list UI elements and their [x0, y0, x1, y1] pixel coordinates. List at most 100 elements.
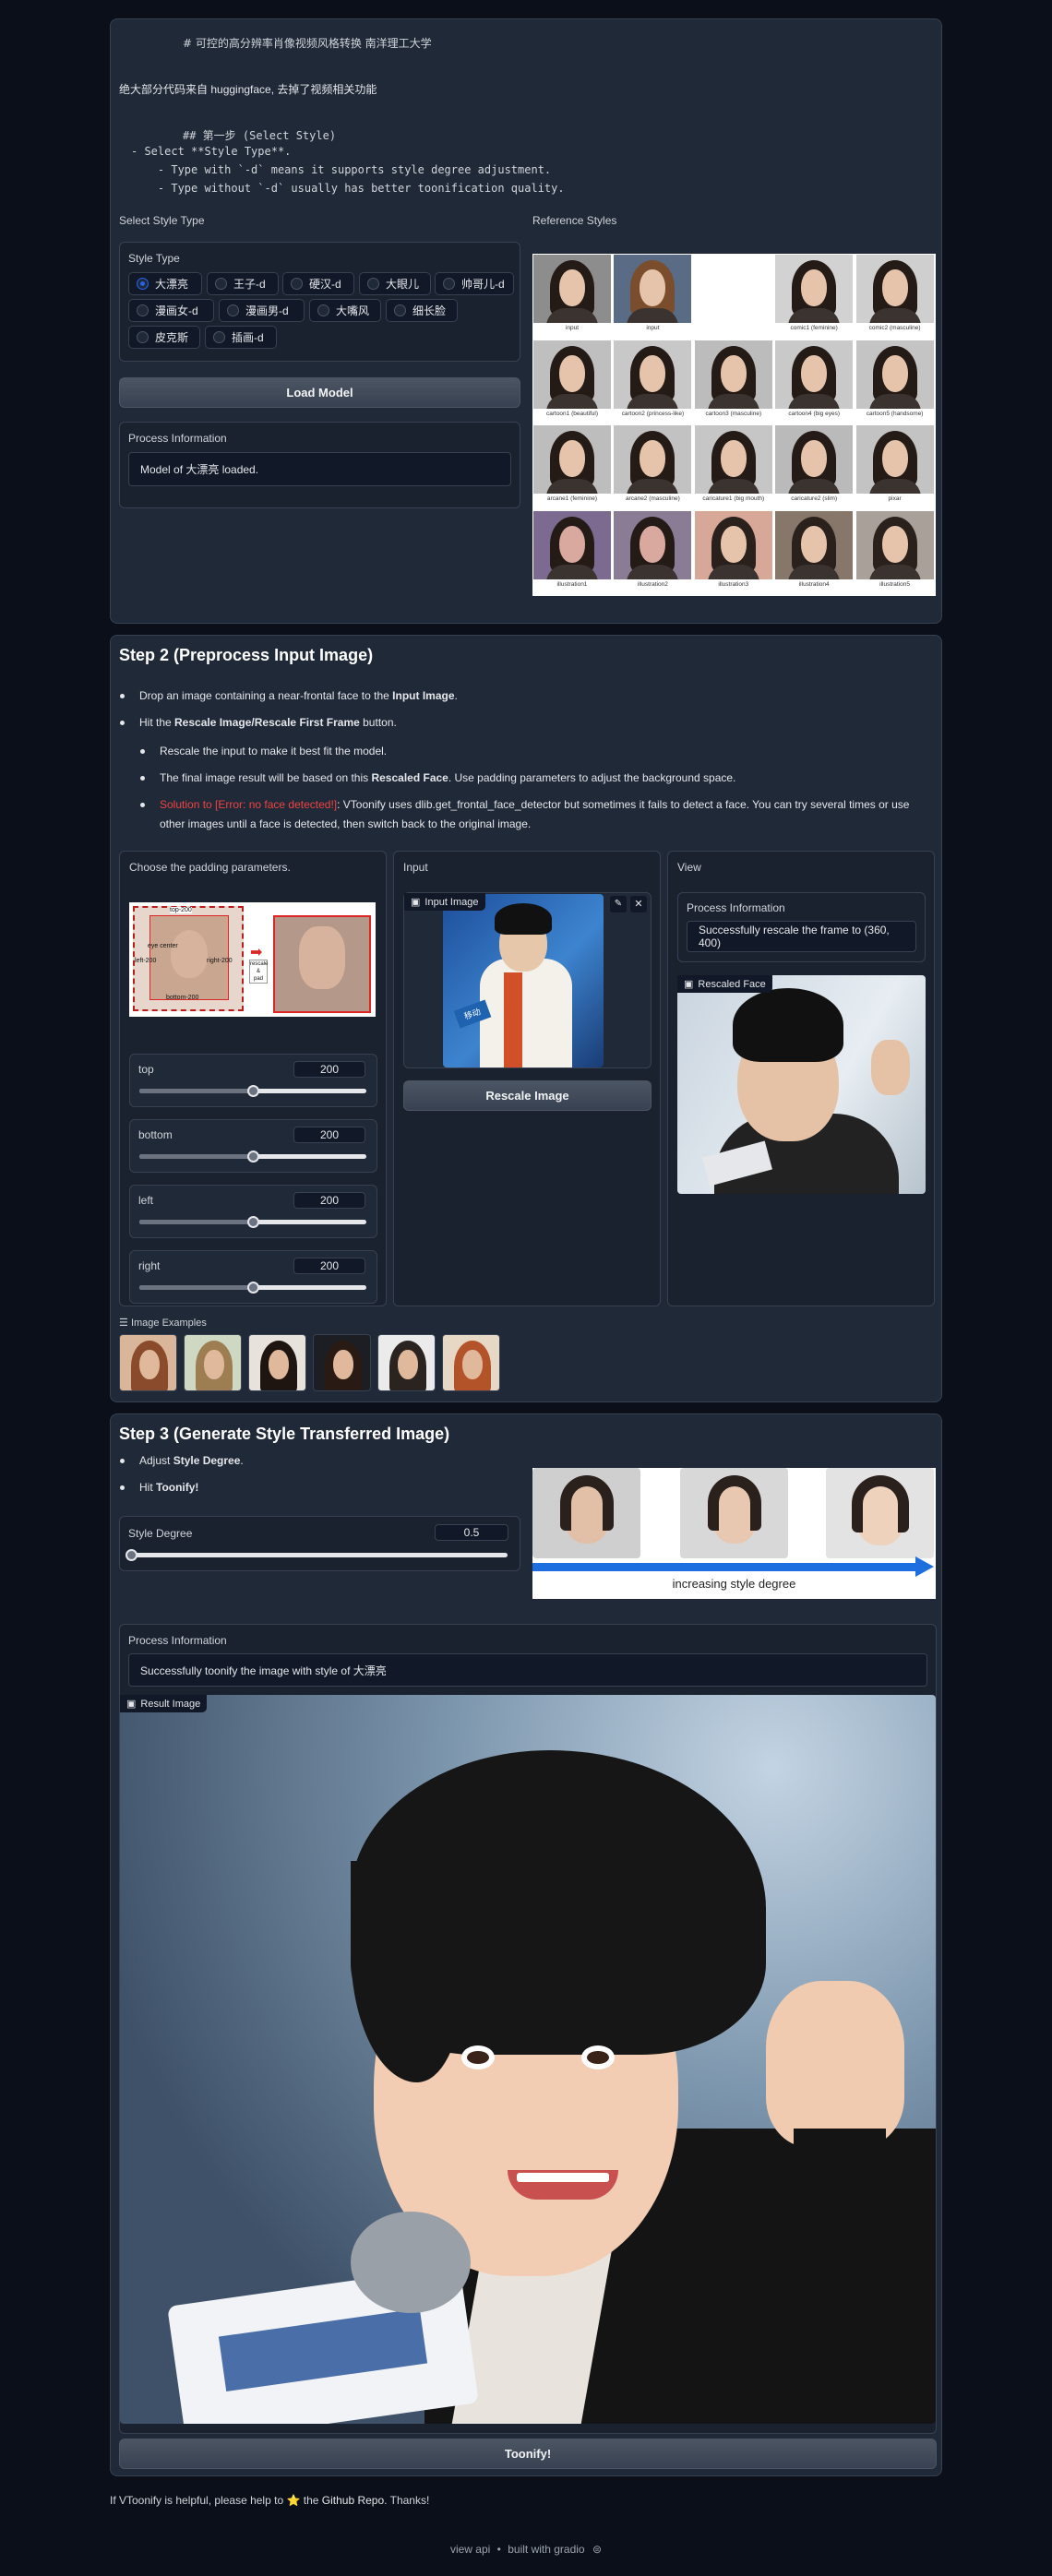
md-line: - Type with `-d` means it supports style…: [131, 163, 552, 176]
step1-process-box: Process Information Model of 大漂亮 loaded.: [119, 422, 520, 508]
built-with-gradio-link[interactable]: built with gradio: [508, 2543, 584, 2556]
radio-dot: [394, 304, 406, 316]
slider-value[interactable]: 200: [293, 1127, 365, 1143]
example-image[interactable]: [313, 1334, 371, 1391]
step1-panel: # 可控的高分辨率肖像视频风格转换 南洋理工大学 绝大部分代码来自 huggin…: [110, 18, 942, 624]
rescale-image-button[interactable]: Rescale Image: [403, 1080, 652, 1111]
radio-style-10[interactable]: 插画-d: [205, 326, 277, 349]
slider-handle[interactable]: [247, 1151, 259, 1163]
reference-cell: caricature1 (big mouth): [694, 424, 773, 509]
radio-style-4[interactable]: 帅哥儿-d: [435, 272, 514, 295]
reference-caption: arcane1 (feminine): [546, 495, 598, 503]
reference-caption: caricature1 (big mouth): [702, 495, 765, 503]
gradio-logo-icon: ⊜: [592, 2543, 603, 2556]
view-process-box: Process Information Successfully rescale…: [677, 892, 926, 962]
radio-style-3[interactable]: 大眼儿: [359, 272, 431, 295]
sub-bullet: The final image result will be based on …: [139, 769, 735, 788]
footer-links: view api • built with gradio ⊜: [449, 2543, 603, 2556]
radio-dot: [317, 304, 329, 316]
list-icon: ☰: [119, 1318, 128, 1329]
step3-process-box: Process Information Successfully toonify…: [119, 1624, 937, 2434]
result-image: [120, 1695, 936, 2424]
slider-fill: [139, 1220, 253, 1224]
huggingface-link[interactable]: huggingface: [210, 83, 270, 96]
slider-handle[interactable]: [247, 1216, 259, 1228]
slider-value[interactable]: 200: [293, 1258, 365, 1274]
edit-icon[interactable]: ✎: [610, 896, 627, 912]
process-text: Successfully rescale the frame to (360, …: [687, 921, 916, 952]
close-icon[interactable]: ✕: [630, 896, 647, 912]
reference-caption: caricature2 (slim): [791, 495, 838, 503]
slider-track[interactable]: [139, 1216, 366, 1228]
slider-handle[interactable]: [247, 1085, 259, 1097]
process-label: Process Information: [128, 1634, 227, 1647]
example-image[interactable]: [184, 1334, 242, 1391]
reference-cell: illustration5: [855, 510, 935, 595]
select-style-label: Select Style Type: [119, 214, 205, 227]
input-image-box[interactable]: 移动 ▣ Input Image ✎ ✕: [403, 892, 652, 1068]
toonify-button[interactable]: Toonify!: [119, 2439, 937, 2469]
slider-value[interactable]: 200: [293, 1061, 365, 1078]
radio-style-9[interactable]: 皮克斯: [128, 326, 200, 349]
input-column: Input 移动 ▣ Input Image ✎ ✕ Rescale Image: [393, 851, 661, 1306]
radio-style-1[interactable]: 王子-d: [207, 272, 279, 295]
style-type-group: Style Type 大漂亮 王子-d 硬汉-d 大眼儿 帅哥儿-d 漫画女-d…: [119, 242, 520, 362]
reference-caption: cartoon2 (princess-like): [621, 410, 685, 417]
radio-dot: [137, 278, 149, 290]
radio-style-2[interactable]: 硬汉-d: [282, 272, 354, 295]
radio-style-0[interactable]: 大漂亮: [128, 272, 202, 295]
step3-panel: Step 3 (Generate Style Transferred Image…: [110, 1413, 942, 2476]
sub-bullet: Rescale the input to make it best fit th…: [139, 742, 387, 761]
view-column: View Process Information Successfully re…: [667, 851, 935, 1306]
reference-caption: illustration5: [879, 581, 911, 589]
bullet: Drop an image containing a near-frontal …: [120, 686, 458, 706]
radio-style-7[interactable]: 大嘴风: [309, 299, 381, 322]
reference-cell: arcane1 (feminine): [532, 424, 612, 509]
footer-note: If VToonify is helpful, please help to ⭐…: [110, 2494, 430, 2507]
style-degree-value[interactable]: 0.5: [435, 1524, 508, 1541]
bullet: Hit Toonify!: [119, 1478, 198, 1497]
step2-title: Step 2 (Preprocess Input Image): [119, 646, 374, 664]
radio-style-5[interactable]: 漫画女-d: [128, 299, 214, 322]
radio-style-8[interactable]: 细长脸: [386, 299, 458, 322]
reference-caption: input: [565, 325, 580, 331]
reference-cell: comic1 (feminine): [774, 254, 854, 339]
image-icon: ▣: [411, 897, 421, 908]
slider-handle[interactable]: [126, 1549, 137, 1561]
github-repo-link[interactable]: Github Repo: [322, 2494, 384, 2507]
slider-handle[interactable]: [247, 1282, 259, 1294]
sub-bullet: Solution to [Error: no face detected!]: …: [140, 795, 930, 834]
slider-fill: [139, 1154, 253, 1159]
slider-track[interactable]: [139, 1151, 366, 1163]
arrow-caption: increasing style degree: [672, 1577, 796, 1591]
example-image[interactable]: [248, 1334, 306, 1391]
slider-track[interactable]: [139, 1282, 366, 1294]
example-image[interactable]: [377, 1334, 436, 1391]
reference-caption: cartoon4 (big eyes): [788, 410, 840, 417]
reference-caption: cartoon3 (masculine): [705, 410, 762, 417]
reference-caption: cartoon1 (beautiful): [545, 410, 598, 417]
example-image[interactable]: [442, 1334, 500, 1391]
slider-track[interactable]: [139, 1085, 366, 1097]
reference-cell: comic2 (masculine): [855, 254, 935, 339]
slider-fill: [139, 1285, 253, 1290]
input-image-tag: ▣ Input Image: [404, 893, 485, 911]
reference-caption: comic2 (masculine): [868, 325, 921, 331]
reference-cell: illustration1: [532, 510, 612, 595]
radio-dot: [291, 278, 303, 290]
radio-dot: [215, 278, 227, 290]
load-model-button[interactable]: Load Model: [119, 377, 520, 408]
view-api-link[interactable]: view api: [450, 2543, 490, 2556]
slider-value[interactable]: 200: [293, 1192, 365, 1209]
reference-cell: arcane2 (masculine): [613, 424, 692, 509]
reference-caption: illustration1: [556, 581, 588, 589]
reference-cell: cartoon4 (big eyes): [774, 340, 854, 424]
reference-cell: cartoon3 (masculine): [694, 340, 773, 424]
reference-cell: pixar: [855, 424, 935, 509]
reference-cell: cartoon5 (handsome): [855, 340, 935, 424]
radio-style-6[interactable]: 漫画男-d: [219, 299, 305, 322]
example-image[interactable]: [119, 1334, 177, 1391]
reference-cell: illustration2: [613, 510, 692, 595]
style-degree-slider[interactable]: [126, 1549, 508, 1561]
radio-dot: [213, 331, 225, 343]
